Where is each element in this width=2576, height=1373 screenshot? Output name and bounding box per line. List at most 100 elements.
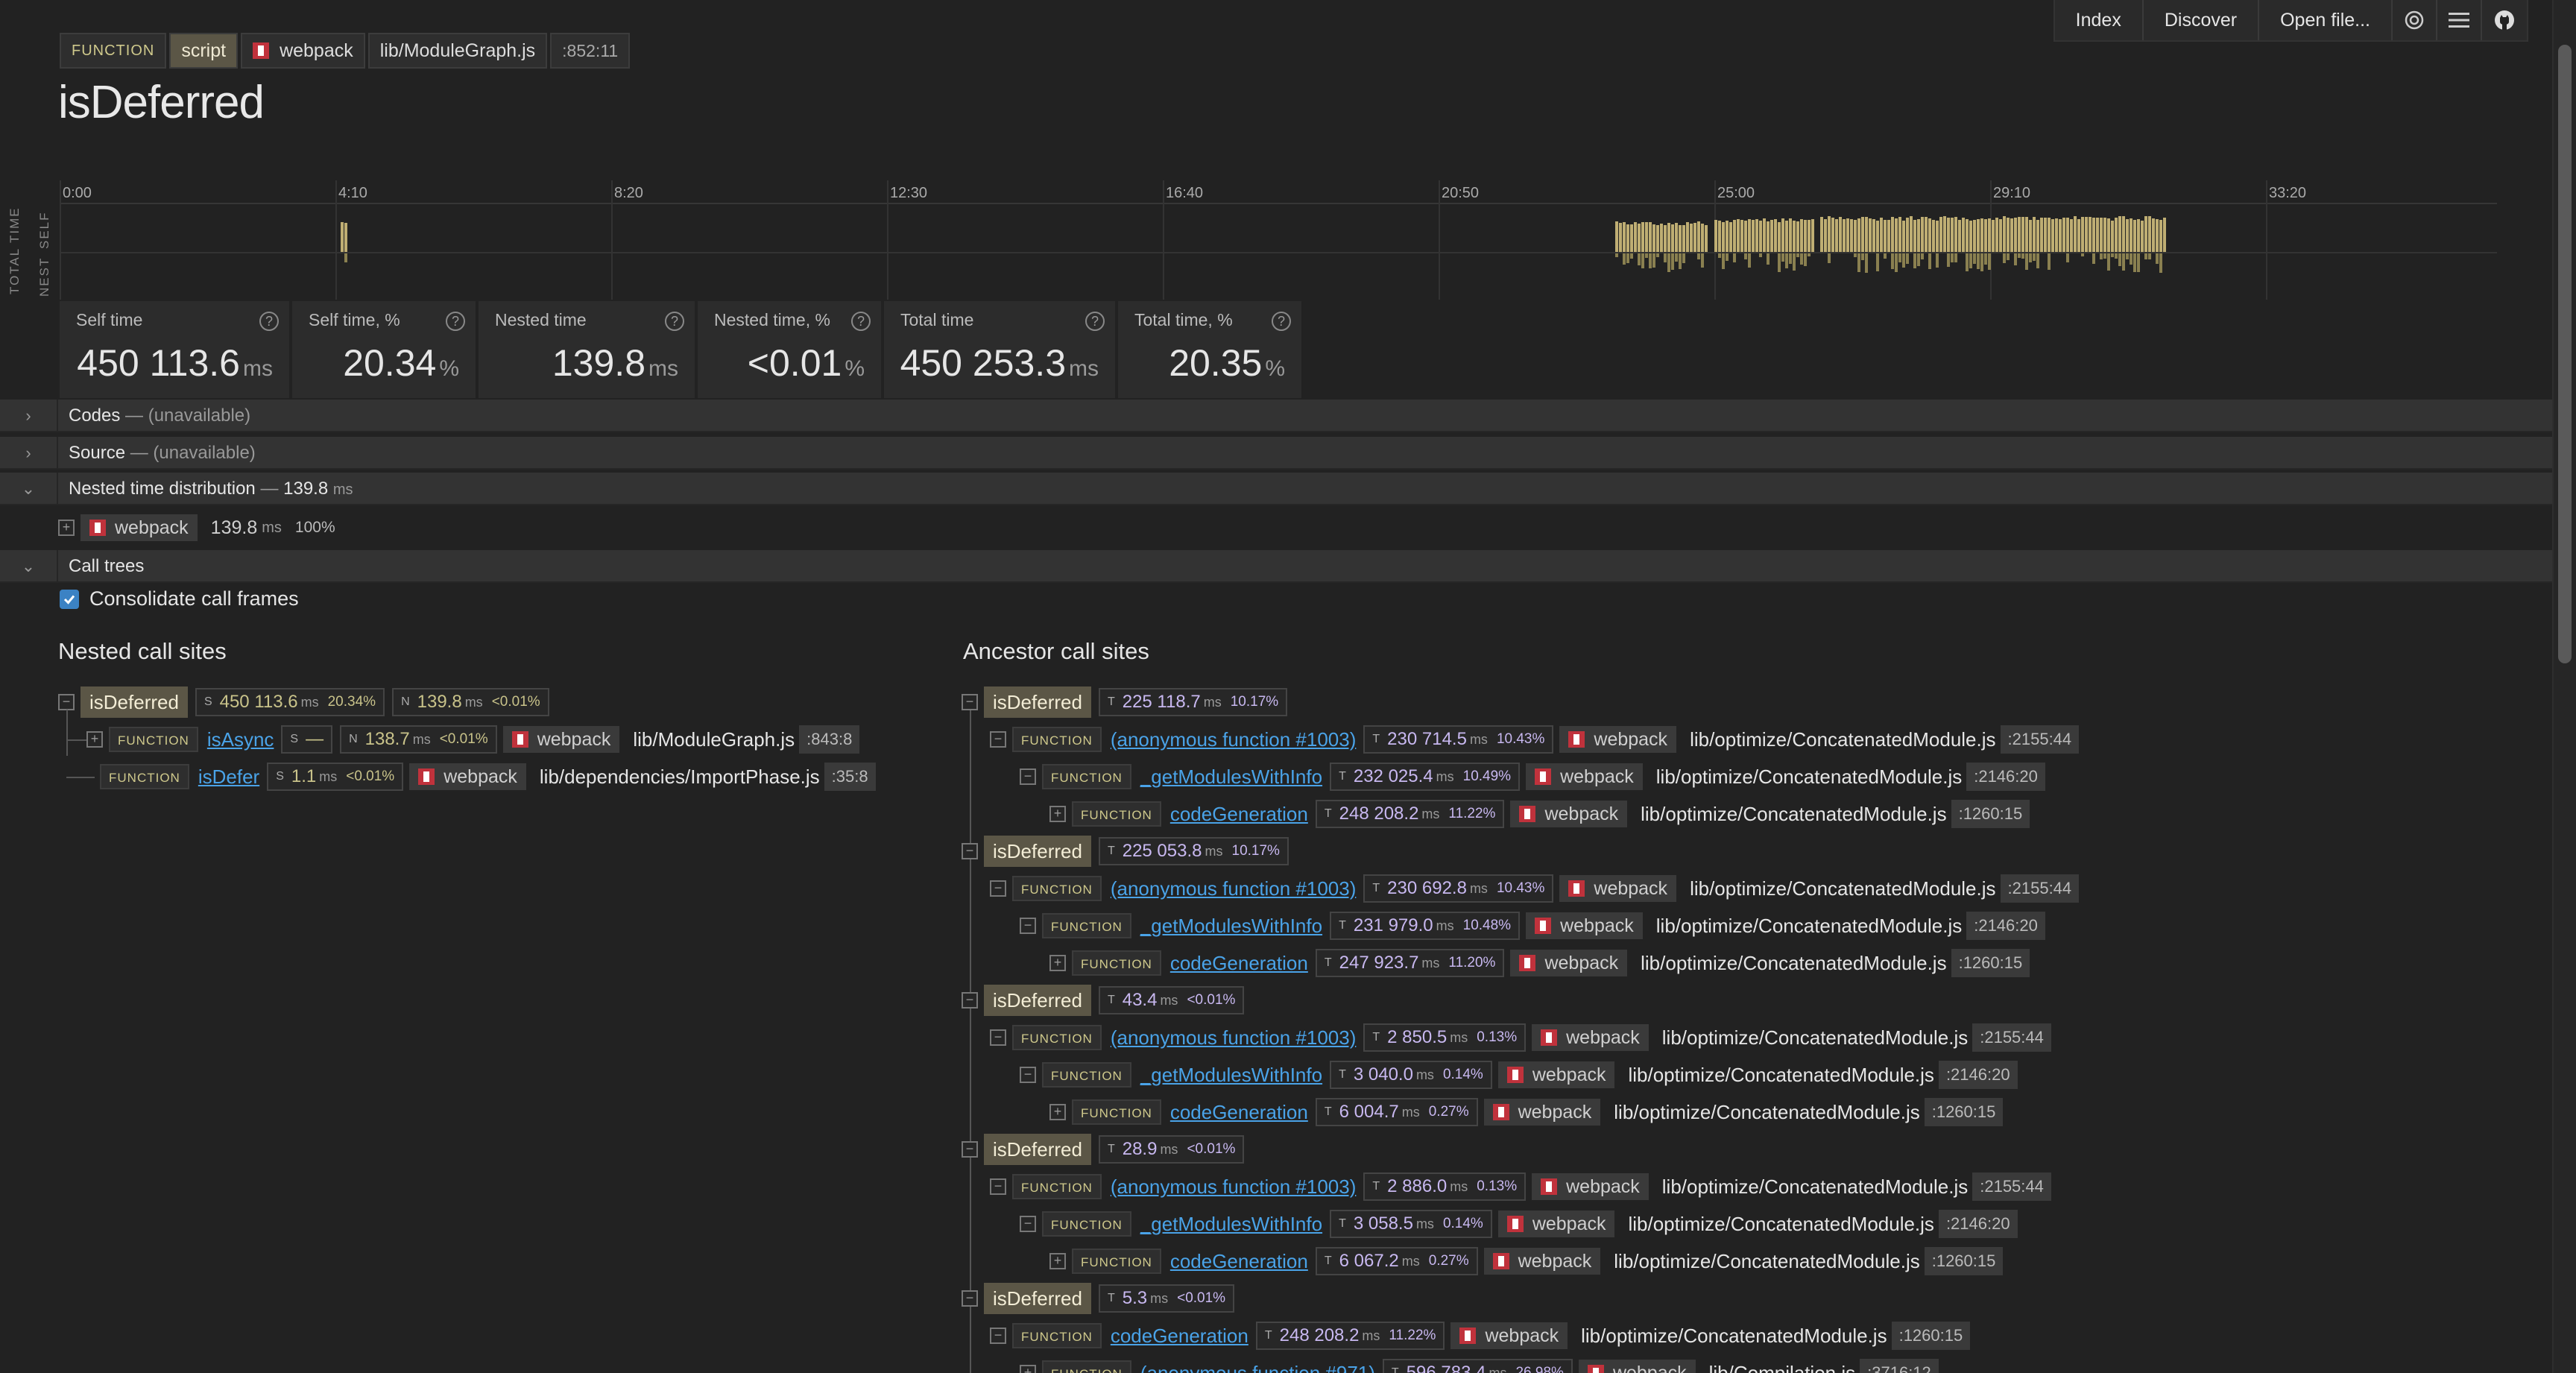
- expand-icon[interactable]: +: [1049, 955, 1066, 971]
- package-chip[interactable]: webpack: [1450, 1322, 1568, 1349]
- package-chip[interactable]: webpack: [503, 726, 620, 753]
- package-chip[interactable]: webpack: [1498, 1211, 1615, 1237]
- stat-card: Total time, %? 20.35%: [1118, 301, 1304, 398]
- file-path[interactable]: lib/optimize/ConcatenatedModule.js: [1614, 1250, 1919, 1273]
- function-link[interactable]: codeGeneration: [1170, 952, 1308, 975]
- expand-icon[interactable]: +: [86, 731, 103, 748]
- path-badge[interactable]: lib/ModuleGraph.js: [368, 33, 547, 69]
- file-path[interactable]: lib/optimize/ConcatenatedModule.js: [1656, 915, 1962, 938]
- expand-icon[interactable]: −: [1020, 768, 1036, 785]
- expand-icon[interactable]: −: [1020, 918, 1036, 934]
- file-path[interactable]: lib/optimize/ConcatenatedModule.js: [1581, 1325, 1887, 1348]
- help-icon[interactable]: ?: [1272, 312, 1291, 331]
- function-link[interactable]: _getModulesWithInfo: [1140, 1213, 1322, 1236]
- timeline-nest-bar: [2122, 253, 2125, 271]
- expand-icon[interactable]: −: [990, 1029, 1006, 1046]
- consolidate-checkbox-row[interactable]: Consolidate call frames: [60, 587, 299, 610]
- file-path[interactable]: lib/optimize/ConcatenatedModule.js: [1662, 1175, 1968, 1199]
- nav-discover-link[interactable]: Discover: [2144, 0, 2259, 40]
- expand-icon[interactable]: +: [58, 520, 75, 536]
- nested-dist-unit: ms: [262, 520, 282, 537]
- file-path[interactable]: lib/optimize/ConcatenatedModule.js: [1641, 952, 1946, 975]
- function-link[interactable]: _getModulesWithInfo: [1140, 1064, 1322, 1087]
- collapse-icon[interactable]: −: [962, 1141, 978, 1158]
- at-sign-icon[interactable]: [2393, 0, 2437, 40]
- file-path[interactable]: lib/optimize/ConcatenatedModule.js: [1690, 728, 1995, 751]
- expand-icon[interactable]: −: [1020, 1067, 1036, 1083]
- file-path[interactable]: lib/dependencies/ImportPhase.js: [540, 766, 820, 789]
- package-chip[interactable]: webpack: [1532, 1173, 1649, 1200]
- function-link[interactable]: _getModulesWithInfo: [1140, 915, 1322, 938]
- function-link[interactable]: (anonymous function #971): [1140, 1362, 1375, 1373]
- file-path[interactable]: lib/optimize/ConcatenatedModule.js: [1690, 877, 1995, 900]
- function-link[interactable]: isAsync: [207, 728, 274, 751]
- function-link[interactable]: (anonymous function #1003): [1111, 1026, 1357, 1050]
- help-icon[interactable]: ?: [259, 312, 279, 331]
- collapse-icon[interactable]: −: [962, 843, 978, 859]
- nav-open-file-button[interactable]: Open file...: [2259, 0, 2393, 40]
- file-path[interactable]: lib/optimize/ConcatenatedModule.js: [1628, 1064, 1933, 1087]
- function-link[interactable]: isDefer: [198, 766, 259, 789]
- package-chip[interactable]: webpack: [1559, 726, 1676, 753]
- package-chip[interactable]: webpack: [80, 514, 198, 541]
- function-link[interactable]: (anonymous function #1003): [1111, 877, 1357, 900]
- menu-icon[interactable]: [2437, 0, 2482, 40]
- package-badge[interactable]: webpack: [241, 33, 365, 69]
- help-icon[interactable]: ?: [446, 312, 465, 331]
- package-chip[interactable]: webpack: [1526, 763, 1643, 790]
- function-link[interactable]: codeGeneration: [1170, 1250, 1308, 1273]
- scrollbar-thumb[interactable]: [2558, 45, 2572, 663]
- expand-icon[interactable]: +: [1020, 1365, 1036, 1373]
- file-path[interactable]: lib/optimize/ConcatenatedModule.js: [1628, 1213, 1933, 1236]
- expand-icon[interactable]: −: [990, 880, 1006, 897]
- collapse-icon[interactable]: −: [962, 694, 978, 710]
- function-link[interactable]: codeGeneration: [1170, 803, 1308, 826]
- expand-icon[interactable]: −: [990, 731, 1006, 748]
- collapse-icon[interactable]: −: [962, 992, 978, 1009]
- consolidate-checkbox[interactable]: [60, 590, 79, 609]
- function-link[interactable]: (anonymous function #1003): [1111, 728, 1357, 751]
- function-link[interactable]: (anonymous function #1003): [1111, 1175, 1357, 1199]
- package-chip[interactable]: webpack: [1579, 1360, 1696, 1373]
- package-chip[interactable]: webpack: [1510, 950, 1627, 976]
- timeline-self-bar: [2029, 220, 2032, 252]
- timeline-plot[interactable]: 0:00 4:10 8:20 12:30 16:40 20:50 25:00 29:10 33:…: [60, 180, 2497, 300]
- help-icon[interactable]: ?: [851, 312, 871, 331]
- package-chip[interactable]: webpack: [1559, 875, 1676, 902]
- function-link[interactable]: _getModulesWithInfo: [1140, 766, 1322, 789]
- file-path[interactable]: lib/optimize/ConcatenatedModule.js: [1656, 766, 1962, 789]
- github-icon[interactable]: [2482, 0, 2527, 40]
- timeline-nest-bar: [1973, 253, 1976, 264]
- package-chip[interactable]: webpack: [1498, 1061, 1615, 1088]
- package-chip[interactable]: webpack: [1526, 912, 1643, 939]
- package-chip[interactable]: webpack: [1484, 1099, 1601, 1126]
- file-path[interactable]: lib/optimize/ConcatenatedModule.js: [1662, 1026, 1968, 1050]
- section-codes[interactable]: › Codes — (unavailable): [0, 400, 2552, 432]
- package-chip[interactable]: webpack: [1532, 1024, 1649, 1051]
- expand-icon[interactable]: −: [990, 1328, 1006, 1344]
- nav-index-link[interactable]: Index: [2055, 0, 2144, 40]
- file-path[interactable]: lib/optimize/ConcatenatedModule.js: [1641, 803, 1946, 826]
- section-call-trees[interactable]: ⌄ Call trees: [0, 550, 2552, 583]
- expand-icon[interactable]: −: [990, 1178, 1006, 1195]
- section-source[interactable]: › Source — (unavailable): [0, 437, 2552, 470]
- expand-icon[interactable]: −: [1020, 1216, 1036, 1232]
- package-chip[interactable]: webpack: [1510, 801, 1627, 827]
- expand-icon[interactable]: +: [1049, 1104, 1066, 1120]
- page-scrollbar[interactable]: [2552, 0, 2576, 1373]
- collapse-icon[interactable]: −: [962, 1290, 978, 1307]
- function-link[interactable]: codeGeneration: [1111, 1325, 1248, 1348]
- function-link[interactable]: codeGeneration: [1170, 1101, 1308, 1124]
- package-chip[interactable]: webpack: [1484, 1248, 1601, 1275]
- help-icon[interactable]: ?: [1085, 312, 1105, 331]
- file-path[interactable]: lib/optimize/ConcatenatedModule.js: [1614, 1101, 1919, 1124]
- file-path[interactable]: lib/ModuleGraph.js: [633, 728, 795, 751]
- help-icon[interactable]: ?: [665, 312, 684, 331]
- collapse-icon[interactable]: −: [58, 694, 75, 710]
- expand-icon[interactable]: +: [1049, 806, 1066, 822]
- timeline-tick-label: 20:50: [1442, 185, 1479, 202]
- file-path[interactable]: lib/Compilation.js: [1709, 1362, 1856, 1373]
- expand-icon[interactable]: +: [1049, 1253, 1066, 1269]
- section-nested-distribution[interactable]: ⌄ Nested time distribution — 139.8 ms: [0, 473, 2552, 505]
- package-chip[interactable]: webpack: [409, 763, 526, 790]
